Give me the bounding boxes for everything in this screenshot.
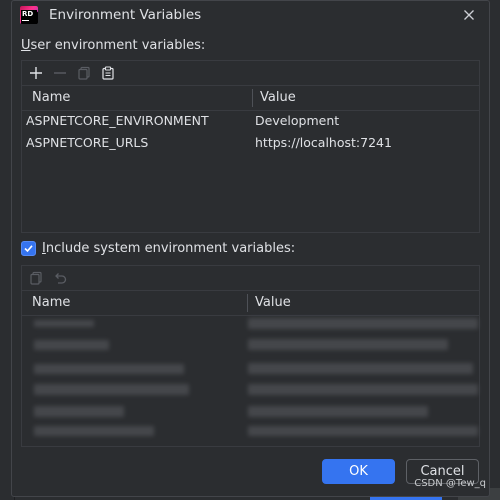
redacted-value bbox=[248, 318, 478, 329]
redacted-name bbox=[34, 320, 94, 327]
user-env-label: User environment variables: bbox=[21, 38, 205, 53]
checkmark-icon bbox=[24, 244, 33, 252]
system-env-table-header: Name Value bbox=[22, 290, 479, 316]
user-env-table-header: Name Value bbox=[22, 85, 479, 111]
user-env-label-text: ser environment variables: bbox=[30, 38, 206, 53]
redacted-value bbox=[248, 406, 428, 417]
dialog-titlebar: RD Environment Variables bbox=[12, 1, 489, 33]
column-header-value[interactable]: Value bbox=[260, 90, 296, 105]
env-var-value: https://localhost:7241 bbox=[255, 135, 392, 150]
redacted-value bbox=[248, 363, 473, 374]
watermark: CSDN @Tew_q bbox=[414, 478, 486, 489]
environment-variables-dialog: RD Environment Variables User environmen… bbox=[11, 0, 490, 497]
column-header-value[interactable]: Value bbox=[255, 295, 291, 310]
column-header-name[interactable]: Name bbox=[32, 295, 70, 310]
column-separator[interactable] bbox=[252, 89, 253, 107]
env-var-value: Development bbox=[255, 113, 340, 128]
include-system-env-option[interactable]: Include system environment variables: bbox=[21, 239, 295, 257]
redacted-value bbox=[248, 384, 478, 395]
redacted-name bbox=[34, 364, 184, 374]
env-var-name: ASPNETCORE_URLS bbox=[26, 135, 149, 150]
include-system-env-label[interactable]: Include system environment variables: bbox=[42, 241, 295, 256]
user-env-toolbar bbox=[22, 61, 479, 85]
redacted-value bbox=[248, 426, 478, 436]
add-icon[interactable] bbox=[27, 64, 45, 82]
ok-button[interactable]: OK bbox=[322, 459, 395, 484]
include-system-env-label-text: nclude system environment variables: bbox=[45, 240, 296, 256]
redacted-name bbox=[34, 384, 189, 395]
logo-text: RD bbox=[22, 10, 34, 18]
user-env-panel: Name Value ASPNETCORE_ENVIRONMENT Develo… bbox=[21, 60, 480, 233]
copy-icon[interactable] bbox=[75, 64, 93, 82]
dialog-title: Environment Variables bbox=[49, 7, 202, 23]
undo-icon[interactable] bbox=[51, 269, 69, 287]
redacted-name bbox=[34, 426, 154, 436]
env-var-name: ASPNETCORE_ENVIRONMENT bbox=[26, 113, 209, 128]
table-row[interactable]: ASPNETCORE_ENVIRONMENT Development bbox=[22, 110, 479, 132]
copy-icon[interactable] bbox=[27, 269, 45, 287]
system-env-panel: Name Value bbox=[21, 265, 480, 447]
redacted-name bbox=[34, 406, 124, 417]
include-system-env-checkbox[interactable] bbox=[21, 240, 36, 256]
remove-icon[interactable] bbox=[51, 64, 69, 82]
redacted-name bbox=[34, 340, 109, 350]
column-header-name[interactable]: Name bbox=[32, 90, 70, 105]
table-row[interactable]: ASPNETCORE_URLS https://localhost:7241 bbox=[22, 132, 479, 154]
rider-logo-icon: RD bbox=[20, 6, 38, 24]
system-env-toolbar bbox=[22, 266, 479, 290]
close-icon[interactable] bbox=[461, 7, 477, 23]
redacted-value bbox=[248, 339, 448, 350]
paste-icon[interactable] bbox=[99, 64, 117, 82]
column-separator[interactable] bbox=[247, 294, 248, 312]
user-env-mnemonic: U bbox=[21, 38, 31, 53]
